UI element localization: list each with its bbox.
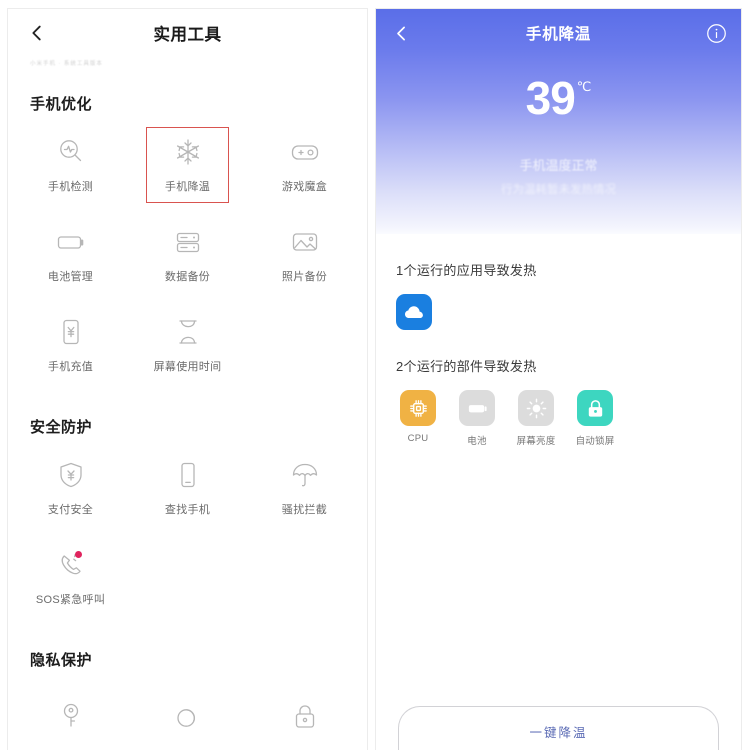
umbrella-icon: [290, 460, 320, 490]
tool-label: 手机检测: [47, 180, 94, 193]
tool-item-game-box[interactable]: 游戏魔盒: [246, 120, 363, 210]
section-title-security: 安全防护: [30, 419, 93, 436]
one-key-cooling-button[interactable]: 一键降温: [398, 706, 719, 750]
apps-heading: 1个运行的应用导致发热: [396, 263, 537, 278]
tool-item-privacy-key[interactable]: [12, 676, 129, 750]
ghost-subtitle: 小米手机 · 系统工具版本: [30, 61, 103, 67]
heating-apps-row: [396, 294, 741, 330]
brightness-icon: [525, 397, 548, 420]
lock-icon: [290, 701, 320, 731]
component-brightness[interactable]: 屏幕亮度: [514, 390, 558, 447]
magnifier-pulse-icon: [56, 137, 86, 167]
tool-item-payment-security[interactable]: 支付安全: [12, 443, 129, 533]
section-title-privacy: 隐私保护: [30, 652, 93, 669]
tools-grid-privacy: [8, 676, 367, 750]
snowflake-icon: [173, 137, 203, 167]
temperature-unit: ℃: [576, 79, 592, 94]
back-chevron-icon[interactable]: [391, 22, 413, 44]
heating-components-row: CPU 电池 屏幕亮度 自动锁屏: [396, 390, 741, 447]
right-panel-cooling-detail: 手机降温 39 ℃ 手机温度正常 行为温耗暂未发热情况 1个运行的应用导致发热 …: [375, 0, 750, 750]
battery-filled-icon: [466, 397, 489, 420]
tool-item-harassment-block[interactable]: 骚扰拦截: [246, 443, 363, 533]
tools-grid-optimization: 手机检测 手机降温 游戏魔盒 电池管理 数据备份 照片备份 手机充值 屏幕使用时…: [8, 120, 367, 390]
phone-yuan-icon: [56, 317, 86, 347]
app-tile-cloud[interactable]: [396, 294, 432, 330]
component-battery[interactable]: 电池: [455, 390, 499, 447]
temperature-value: 39: [525, 72, 576, 124]
circles-icon: [173, 701, 203, 731]
tool-label: 手机降温: [164, 180, 211, 193]
left-panel-tools-list: 实用工具 小米手机 · 系统工具版本 手机优化 手机检测 手机降温 游戏魔盒 电…: [0, 0, 375, 750]
cooling-header: 手机降温: [376, 9, 741, 57]
tool-item-sos-emergency[interactable]: SOS紧急呼叫: [12, 533, 129, 623]
phone-call-alert-icon-wrap: [56, 550, 86, 580]
sos-red-dot-badge: [74, 550, 82, 558]
phone-icon: [173, 460, 203, 490]
battery-tile: [459, 390, 495, 426]
tool-item-photo-backup[interactable]: 照片备份: [246, 210, 363, 300]
temperature-status-line-2: 行为温耗暂未发热情况: [501, 184, 616, 196]
cpu-icon: [407, 397, 430, 420]
info-circle-icon[interactable]: [706, 23, 727, 44]
cpu-tile: [400, 390, 436, 426]
tools-grid-security: 支付安全 查找手机 骚扰拦截 SOS紧急呼叫: [8, 443, 367, 623]
tool-item-privacy-lock[interactable]: [246, 676, 363, 750]
back-chevron-icon[interactable]: [26, 22, 48, 44]
tool-label: 支付安全: [47, 503, 94, 516]
component-label: 屏幕亮度: [516, 436, 556, 447]
right-card: 手机降温 39 ℃ 手机温度正常 行为温耗暂未发热情况 1个运行的应用导致发热 …: [375, 8, 742, 750]
hourglass-icon: [173, 317, 203, 347]
brightness-tile: [518, 390, 554, 426]
lock-filled-icon: [584, 397, 607, 420]
server-stack-icon: [173, 227, 203, 257]
tool-item-phone-cooling[interactable]: 手机降温: [129, 120, 246, 210]
tool-item-phone-recharge[interactable]: 手机充值: [12, 300, 129, 390]
tool-label: 游戏魔盒: [281, 180, 328, 193]
photo-icon: [290, 227, 320, 257]
tool-item-phone-check[interactable]: 手机检测: [12, 120, 129, 210]
key-icon: [56, 701, 86, 731]
tool-item-data-backup[interactable]: 数据备份: [129, 210, 246, 300]
component-autolock[interactable]: 自动锁屏: [573, 390, 617, 447]
component-label: CPU: [407, 433, 429, 444]
tool-label: SOS紧急呼叫: [35, 593, 106, 606]
cool-button-wrap: 一键降温: [376, 706, 741, 750]
tool-item-find-phone[interactable]: 查找手机: [129, 443, 246, 533]
tool-item-privacy-circles[interactable]: [129, 676, 246, 750]
battery-icon: [56, 227, 86, 257]
temperature-hero: 手机降温 39 ℃ 手机温度正常 行为温耗暂未发热情况: [376, 9, 741, 234]
component-label: 电池: [467, 436, 487, 447]
temperature-status-line-1: 手机温度正常: [519, 158, 598, 173]
app-screen: 实用工具 小米手机 · 系统工具版本 手机优化 手机检测 手机降温 游戏魔盒 电…: [0, 0, 750, 750]
section-title-optimization: 手机优化: [30, 96, 93, 113]
tool-item-screen-time[interactable]: 屏幕使用时间: [129, 300, 246, 390]
autolock-tile: [577, 390, 613, 426]
cooling-page-title: 手机降温: [525, 26, 592, 43]
tool-label: 数据备份: [164, 270, 211, 283]
one-key-cooling-label: 一键降温: [529, 726, 588, 740]
tool-item-battery-manage[interactable]: 电池管理: [12, 210, 129, 300]
components-heading: 2个运行的部件导致发热: [396, 359, 537, 374]
component-label: 自动锁屏: [575, 436, 615, 447]
component-cpu[interactable]: CPU: [396, 390, 440, 447]
tool-label: 手机充值: [47, 360, 94, 373]
tool-label: 电池管理: [47, 270, 94, 283]
tool-label: 屏幕使用时间: [153, 360, 222, 373]
gamepad-icon: [290, 137, 320, 167]
cloud-icon: [402, 300, 426, 324]
tool-label: 查找手机: [164, 503, 211, 516]
tool-label: 照片备份: [281, 270, 328, 283]
left-card: 实用工具 小米手机 · 系统工具版本 手机优化 手机检测 手机降温 游戏魔盒 电…: [7, 8, 368, 750]
tool-label: 骚扰拦截: [281, 503, 328, 516]
temperature-readout: 39 ℃: [376, 75, 741, 121]
page-title: 实用工具: [153, 26, 222, 44]
shield-yuan-icon: [56, 460, 86, 490]
left-header: 实用工具: [8, 9, 367, 57]
